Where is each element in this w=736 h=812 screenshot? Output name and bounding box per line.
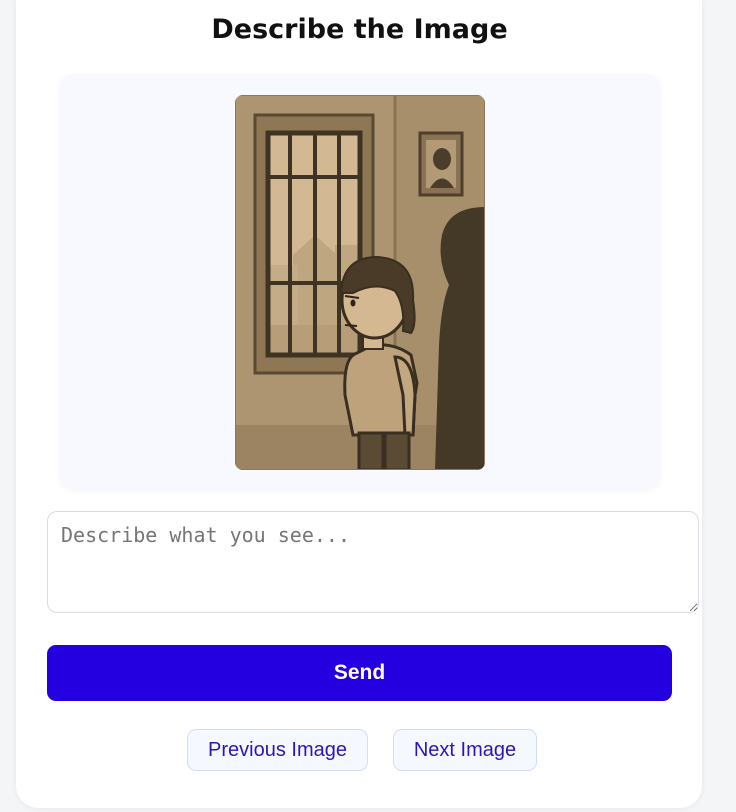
prompt-image [235, 95, 485, 470]
previous-image-button[interactable]: Previous Image [187, 729, 368, 771]
page-title: Describe the Image [211, 14, 508, 45]
next-image-button[interactable]: Next Image [393, 729, 537, 771]
send-button[interactable]: Send [47, 645, 672, 701]
description-input[interactable] [47, 511, 699, 613]
